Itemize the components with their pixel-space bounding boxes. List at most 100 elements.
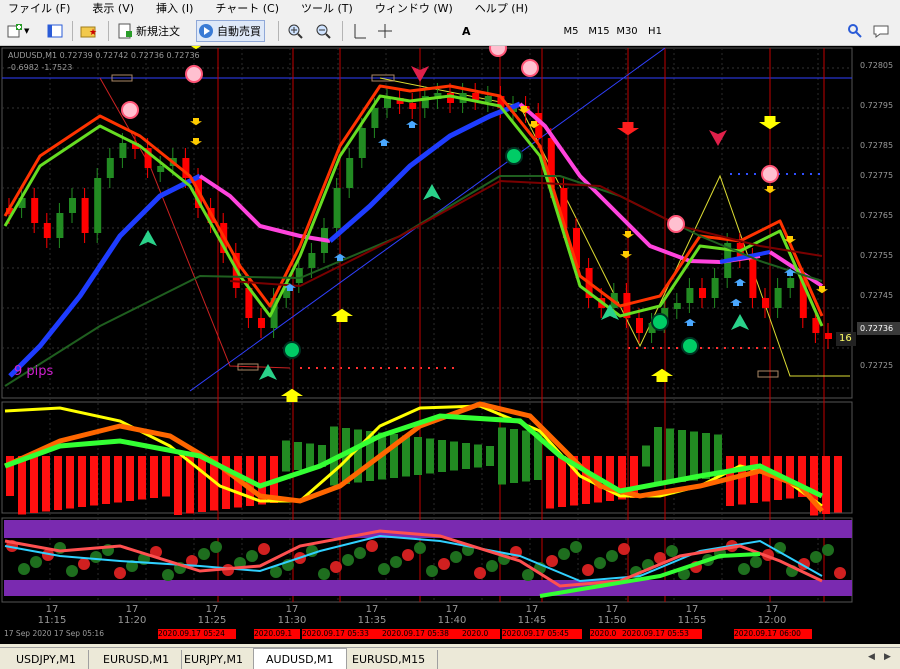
menu-help[interactable]: ヘルプ (H) — [473, 0, 530, 16]
chart-window[interactable]: AUDUSD,M1 0.72739 0.72742 0.72736 0.7273… — [0, 46, 900, 644]
indicator-dot — [546, 555, 558, 567]
histogram-bar — [498, 427, 506, 485]
time-axis-label: 17 11:35 — [357, 604, 387, 626]
histogram-bar — [54, 456, 62, 510]
tab-usdjpy-m1[interactable]: USDJPY,M1 — [4, 650, 89, 669]
text-tool-button[interactable]: A — [462, 20, 471, 42]
candle-body — [56, 213, 64, 238]
pink-circle-icon — [121, 101, 139, 119]
candle-body — [673, 303, 681, 309]
profiles-button[interactable] — [46, 20, 64, 42]
candle-body — [94, 178, 102, 233]
time-axis-label: 17 11:15 — [37, 604, 67, 626]
time-axis-label: 17 11:20 — [117, 604, 147, 626]
menu-insert[interactable]: 挿入 (I) — [154, 0, 195, 16]
histogram-bar — [162, 456, 170, 497]
indicator-dot — [354, 547, 366, 559]
histogram-bar — [462, 443, 470, 469]
menu-file[interactable]: ファイル (F) — [6, 0, 72, 16]
histogram-bar — [114, 456, 122, 503]
menu-chart[interactable]: チャート (C) — [213, 0, 281, 16]
indicator-dot — [834, 567, 846, 579]
indicator-dot — [486, 560, 498, 572]
candle-body — [787, 278, 795, 288]
indicator-dot — [162, 569, 174, 581]
chat-button[interactable] — [872, 20, 890, 42]
new-chart-button[interactable]: ▼ — [6, 20, 29, 42]
histogram-bar — [450, 441, 458, 471]
crosshair-button[interactable] — [376, 20, 394, 42]
auto-trade-icon — [197, 22, 215, 40]
histogram-bar — [174, 456, 182, 515]
indicator-dot — [414, 542, 426, 554]
candle-body — [106, 158, 114, 178]
tab-scroll-right-icon[interactable]: ▶ — [884, 652, 891, 662]
menu-window[interactable]: ウィンドウ (W) — [373, 0, 455, 16]
new-order-button[interactable]: 新規注文 — [116, 20, 180, 42]
auto-trade-label: 自動売買 — [217, 25, 261, 38]
indicator-dot — [750, 556, 762, 568]
date-label: 2020.0 — [590, 629, 622, 639]
indicator-dot — [114, 567, 126, 579]
indicator-dot — [330, 561, 342, 573]
menu-tools[interactable]: ツール (T) — [299, 0, 355, 16]
timeframe-m15[interactable]: M15 — [586, 20, 612, 42]
indicator-dot — [18, 563, 30, 575]
candle-body — [69, 198, 76, 213]
candle-body — [409, 103, 417, 109]
histogram-bar — [66, 456, 74, 509]
cursor-button[interactable] — [350, 20, 368, 42]
indicator-dot — [450, 551, 462, 563]
tab-audusd-m1[interactable]: AUDUSD,M1 — [253, 648, 347, 669]
search-button[interactable] — [846, 20, 864, 42]
zoom-out-icon — [314, 22, 332, 40]
date-label: 2020.0 — [462, 629, 500, 639]
time-axis-label: 17 11:40 — [437, 604, 467, 626]
price-chart[interactable] — [0, 46, 900, 644]
indicator-dot — [366, 540, 378, 552]
tab-scroll-left-icon[interactable]: ◀ — [868, 652, 875, 662]
menu-bar: ファイル (F) 表示 (V) 挿入 (I) チャート (C) ツール (T) … — [0, 0, 900, 16]
indicator-dot — [390, 556, 402, 568]
time-axis-label: 17 12:00 — [757, 604, 787, 626]
candle-body — [699, 288, 706, 298]
tab-eurusd-m15[interactable]: EURUSD,M15 — [340, 650, 439, 669]
histogram-bar — [666, 428, 674, 484]
price-axis-label: 0.72775 — [860, 171, 894, 180]
zoom-in-button[interactable] — [286, 20, 304, 42]
candle-body — [333, 188, 341, 228]
tab-eurjpy-m1[interactable]: EURJPY,M1 — [172, 650, 256, 669]
timeframe-m5[interactable]: M5 — [558, 20, 584, 42]
candle-body — [384, 98, 391, 108]
green-circle-icon — [283, 341, 301, 359]
histogram-bar — [126, 456, 134, 501]
indicator-dot — [246, 550, 258, 562]
timeframe-h1[interactable]: H1 — [642, 20, 668, 42]
time-axis-label: 17 11:30 — [277, 604, 307, 626]
candle-body — [711, 278, 719, 298]
tab-eurusd-m1[interactable]: EURUSD,M1 — [91, 650, 183, 669]
green-circle-icon — [681, 337, 699, 355]
histogram-bar — [426, 438, 434, 474]
auto-trade-button[interactable]: 自動売買 — [196, 20, 265, 42]
crosshair-icon — [376, 22, 394, 40]
date-label: 2020.09.17 05:45 — [502, 629, 582, 639]
price-tag-right: 16 — [836, 332, 856, 346]
histogram-bar — [198, 456, 206, 512]
zoom-out-button[interactable] — [314, 20, 332, 42]
price-axis-label: 0.72745 — [860, 291, 894, 300]
candle-body — [31, 198, 39, 223]
indicator-dot — [78, 558, 90, 570]
timeframe-m30[interactable]: M30 — [614, 20, 640, 42]
indicator-dot — [570, 541, 582, 553]
histogram-bar — [510, 429, 518, 483]
histogram-bar — [78, 456, 86, 507]
indicator-dot — [258, 543, 270, 555]
pink-circle-icon — [667, 215, 685, 233]
candle-body — [371, 108, 379, 128]
histogram-bar — [90, 456, 98, 506]
menu-view[interactable]: 表示 (V) — [90, 0, 136, 16]
favorites-button[interactable]: ★ — [80, 20, 98, 42]
histogram-bar — [606, 456, 614, 501]
candle-body — [295, 268, 303, 283]
